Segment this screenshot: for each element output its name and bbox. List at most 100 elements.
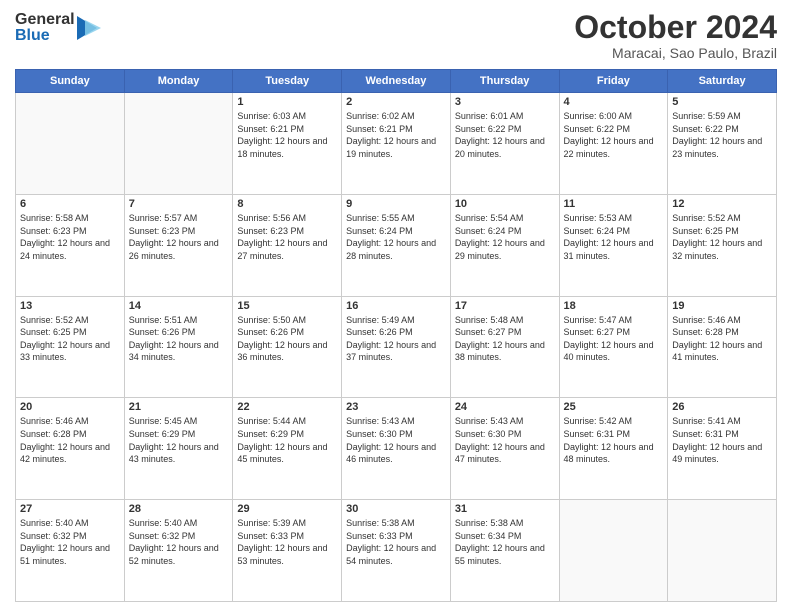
- calendar-cell: 24 Sunrise: 5:43 AM Sunset: 6:30 PM Dayl…: [450, 398, 559, 500]
- daylight-label: Daylight: 12 hours and 28 minutes.: [346, 238, 436, 261]
- sunrise-label: Sunrise: 6:01 AM: [455, 111, 524, 121]
- calendar-cell: 26 Sunrise: 5:41 AM Sunset: 6:31 PM Dayl…: [668, 398, 777, 500]
- daylight-label: Daylight: 12 hours and 29 minutes.: [455, 238, 545, 261]
- page: General Blue October 2024 Maracai, Sao P…: [0, 0, 792, 612]
- calendar-cell: [16, 93, 125, 195]
- title-block: October 2024 Maracai, Sao Paulo, Brazil: [574, 10, 777, 61]
- cell-info: Sunrise: 5:43 AM Sunset: 6:30 PM Dayligh…: [455, 415, 555, 465]
- calendar-cell: 7 Sunrise: 5:57 AM Sunset: 6:23 PM Dayli…: [124, 194, 233, 296]
- cell-info: Sunrise: 5:43 AM Sunset: 6:30 PM Dayligh…: [346, 415, 446, 465]
- calendar-cell: 31 Sunrise: 5:38 AM Sunset: 6:34 PM Dayl…: [450, 500, 559, 602]
- sunset-label: Sunset: 6:32 PM: [20, 531, 87, 541]
- sunrise-label: Sunrise: 5:40 AM: [129, 518, 198, 528]
- calendar-cell: 22 Sunrise: 5:44 AM Sunset: 6:29 PM Dayl…: [233, 398, 342, 500]
- calendar-cell: 12 Sunrise: 5:52 AM Sunset: 6:25 PM Dayl…: [668, 194, 777, 296]
- daylight-label: Daylight: 12 hours and 54 minutes.: [346, 543, 436, 566]
- sunset-label: Sunset: 6:21 PM: [346, 124, 413, 134]
- calendar-week-row: 13 Sunrise: 5:52 AM Sunset: 6:25 PM Dayl…: [16, 296, 777, 398]
- calendar-week-row: 6 Sunrise: 5:58 AM Sunset: 6:23 PM Dayli…: [16, 194, 777, 296]
- sunset-label: Sunset: 6:27 PM: [564, 327, 631, 337]
- day-number: 10: [455, 198, 555, 210]
- cell-info: Sunrise: 5:52 AM Sunset: 6:25 PM Dayligh…: [672, 212, 772, 262]
- cell-info: Sunrise: 5:52 AM Sunset: 6:25 PM Dayligh…: [20, 314, 120, 364]
- sunrise-label: Sunrise: 5:57 AM: [129, 213, 198, 223]
- sunrise-label: Sunrise: 6:00 AM: [564, 111, 633, 121]
- cell-info: Sunrise: 5:42 AM Sunset: 6:31 PM Dayligh…: [564, 415, 664, 465]
- daylight-label: Daylight: 12 hours and 53 minutes.: [237, 543, 327, 566]
- day-number: 4: [564, 96, 664, 108]
- daylight-label: Daylight: 12 hours and 49 minutes.: [672, 442, 762, 465]
- sunrise-label: Sunrise: 5:38 AM: [346, 518, 415, 528]
- cell-info: Sunrise: 5:38 AM Sunset: 6:33 PM Dayligh…: [346, 517, 446, 567]
- cell-info: Sunrise: 5:58 AM Sunset: 6:23 PM Dayligh…: [20, 212, 120, 262]
- sunrise-label: Sunrise: 6:03 AM: [237, 111, 306, 121]
- calendar-table: SundayMondayTuesdayWednesdayThursdayFrid…: [15, 69, 777, 602]
- day-number: 6: [20, 198, 120, 210]
- cell-info: Sunrise: 6:02 AM Sunset: 6:21 PM Dayligh…: [346, 110, 446, 160]
- day-number: 5: [672, 96, 772, 108]
- calendar-cell: 5 Sunrise: 5:59 AM Sunset: 6:22 PM Dayli…: [668, 93, 777, 195]
- daylight-label: Daylight: 12 hours and 27 minutes.: [237, 238, 327, 261]
- daylight-label: Daylight: 12 hours and 45 minutes.: [237, 442, 327, 465]
- cell-info: Sunrise: 5:46 AM Sunset: 6:28 PM Dayligh…: [20, 415, 120, 465]
- sunrise-label: Sunrise: 5:40 AM: [20, 518, 89, 528]
- sunset-label: Sunset: 6:21 PM: [237, 124, 304, 134]
- sunset-label: Sunset: 6:30 PM: [346, 429, 413, 439]
- calendar-cell: 13 Sunrise: 5:52 AM Sunset: 6:25 PM Dayl…: [16, 296, 125, 398]
- daylight-label: Daylight: 12 hours and 48 minutes.: [564, 442, 654, 465]
- calendar-week-row: 27 Sunrise: 5:40 AM Sunset: 6:32 PM Dayl…: [16, 500, 777, 602]
- day-number: 15: [237, 300, 337, 312]
- sunset-label: Sunset: 6:24 PM: [346, 226, 413, 236]
- sunrise-label: Sunrise: 5:49 AM: [346, 315, 415, 325]
- cell-info: Sunrise: 5:45 AM Sunset: 6:29 PM Dayligh…: [129, 415, 229, 465]
- sunrise-label: Sunrise: 5:41 AM: [672, 416, 741, 426]
- day-number: 22: [237, 401, 337, 413]
- daylight-label: Daylight: 12 hours and 40 minutes.: [564, 340, 654, 363]
- day-number: 23: [346, 401, 446, 413]
- sunrise-label: Sunrise: 5:46 AM: [20, 416, 89, 426]
- calendar-cell: 15 Sunrise: 5:50 AM Sunset: 6:26 PM Dayl…: [233, 296, 342, 398]
- sunset-label: Sunset: 6:26 PM: [237, 327, 304, 337]
- calendar-cell: 29 Sunrise: 5:39 AM Sunset: 6:33 PM Dayl…: [233, 500, 342, 602]
- calendar-cell: 14 Sunrise: 5:51 AM Sunset: 6:26 PM Dayl…: [124, 296, 233, 398]
- cell-info: Sunrise: 5:48 AM Sunset: 6:27 PM Dayligh…: [455, 314, 555, 364]
- calendar-cell: [668, 500, 777, 602]
- location: Maracai, Sao Paulo, Brazil: [574, 45, 777, 61]
- calendar-cell: 1 Sunrise: 6:03 AM Sunset: 6:21 PM Dayli…: [233, 93, 342, 195]
- day-number: 9: [346, 198, 446, 210]
- day-number: 26: [672, 401, 772, 413]
- daylight-label: Daylight: 12 hours and 42 minutes.: [20, 442, 110, 465]
- sunrise-label: Sunrise: 5:47 AM: [564, 315, 633, 325]
- sunrise-label: Sunrise: 5:53 AM: [564, 213, 633, 223]
- sunrise-label: Sunrise: 5:52 AM: [672, 213, 741, 223]
- daylight-label: Daylight: 12 hours and 22 minutes.: [564, 136, 654, 159]
- sunrise-label: Sunrise: 5:51 AM: [129, 315, 198, 325]
- day-number: 11: [564, 198, 664, 210]
- sunset-label: Sunset: 6:29 PM: [129, 429, 196, 439]
- sunrise-label: Sunrise: 5:54 AM: [455, 213, 524, 223]
- calendar-body: 1 Sunrise: 6:03 AM Sunset: 6:21 PM Dayli…: [16, 93, 777, 602]
- sunset-label: Sunset: 6:31 PM: [564, 429, 631, 439]
- day-number: 31: [455, 503, 555, 515]
- sunrise-label: Sunrise: 5:43 AM: [455, 416, 524, 426]
- sunset-label: Sunset: 6:23 PM: [237, 226, 304, 236]
- cell-info: Sunrise: 5:39 AM Sunset: 6:33 PM Dayligh…: [237, 517, 337, 567]
- day-number: 30: [346, 503, 446, 515]
- daylight-label: Daylight: 12 hours and 33 minutes.: [20, 340, 110, 363]
- day-number: 25: [564, 401, 664, 413]
- calendar-week-row: 1 Sunrise: 6:03 AM Sunset: 6:21 PM Dayli…: [16, 93, 777, 195]
- daylight-label: Daylight: 12 hours and 55 minutes.: [455, 543, 545, 566]
- calendar-cell: 21 Sunrise: 5:45 AM Sunset: 6:29 PM Dayl…: [124, 398, 233, 500]
- sunset-label: Sunset: 6:34 PM: [455, 531, 522, 541]
- daylight-label: Daylight: 12 hours and 52 minutes.: [129, 543, 219, 566]
- sunset-label: Sunset: 6:26 PM: [129, 327, 196, 337]
- sunset-label: Sunset: 6:33 PM: [237, 531, 304, 541]
- sunset-label: Sunset: 6:30 PM: [455, 429, 522, 439]
- daylight-label: Daylight: 12 hours and 47 minutes.: [455, 442, 545, 465]
- cell-info: Sunrise: 5:40 AM Sunset: 6:32 PM Dayligh…: [20, 517, 120, 567]
- cell-info: Sunrise: 5:40 AM Sunset: 6:32 PM Dayligh…: [129, 517, 229, 567]
- logo: General Blue: [15, 10, 105, 46]
- calendar-cell: 27 Sunrise: 5:40 AM Sunset: 6:32 PM Dayl…: [16, 500, 125, 602]
- sunset-label: Sunset: 6:24 PM: [455, 226, 522, 236]
- calendar-cell: 4 Sunrise: 6:00 AM Sunset: 6:22 PM Dayli…: [559, 93, 668, 195]
